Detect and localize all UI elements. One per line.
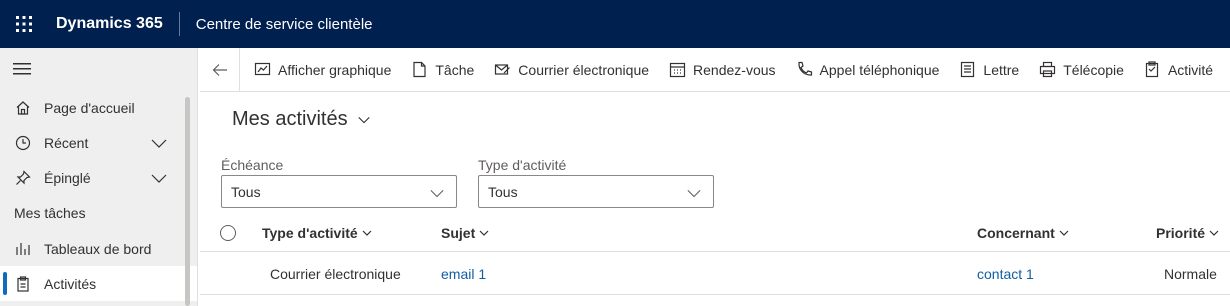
fax-label: Télécopie xyxy=(1063,61,1124,78)
column-header-priority[interactable]: Priorité xyxy=(1156,214,1219,252)
main-content: Mes activités Échéance Tous Type d'activ… xyxy=(200,92,1230,306)
top-bar: Dynamics 365 Centre de service clientèle xyxy=(0,0,1230,48)
column-header-label: Concernant xyxy=(977,225,1055,241)
due-filter-select[interactable]: Tous xyxy=(221,175,457,208)
divider xyxy=(178,12,180,36)
select-all-radio[interactable] xyxy=(220,225,236,241)
letter-button[interactable]: Lettre xyxy=(949,48,1029,91)
cell-regarding-link[interactable]: contact 1 xyxy=(977,253,1034,295)
arrow-left-icon xyxy=(212,63,227,76)
home-icon xyxy=(14,99,32,117)
chevron-down-icon xyxy=(687,190,701,198)
fax-icon xyxy=(1040,61,1056,78)
task-icon xyxy=(413,61,426,78)
activity-icon xyxy=(1145,61,1159,78)
activity-type-filter-select[interactable]: Tous xyxy=(478,175,714,208)
dashboard-icon xyxy=(14,240,32,258)
show-chart-button[interactable]: Afficher graphique xyxy=(244,48,401,91)
appointment-button[interactable]: Rendez-vous xyxy=(659,48,786,91)
sidebar-item-activities[interactable]: Activités xyxy=(0,266,197,301)
activity-type-filter: Type d'activité Tous xyxy=(478,157,714,208)
column-header-label: Sujet xyxy=(441,225,476,241)
appointment-label: Rendez-vous xyxy=(693,61,776,78)
clipboard-icon xyxy=(14,275,32,293)
cell-subject-link[interactable]: email 1 xyxy=(441,253,486,295)
back-button[interactable] xyxy=(200,48,240,91)
due-filter: Échéance Tous xyxy=(221,157,457,208)
app-name[interactable]: Centre de service clientèle xyxy=(196,16,373,33)
activity-label: Activité xyxy=(1167,61,1214,78)
email-button[interactable]: Courrier électronique xyxy=(484,48,659,91)
sidebar-item-label: Page d'accueil xyxy=(44,99,135,116)
email-label: Courrier électronique xyxy=(518,61,650,78)
command-bar: Afficher graphique Tâche Courrier électr… xyxy=(200,48,1230,92)
sidebar-item-dashboards[interactable]: Tableaux de bord xyxy=(0,231,197,266)
task-button[interactable]: Tâche xyxy=(401,48,484,91)
sidebar-item-label: Tableaux de bord xyxy=(44,240,152,257)
grid-header: Type d'activité Sujet Concernant Priorit… xyxy=(200,214,1230,252)
clock-icon xyxy=(14,134,32,152)
due-filter-value: Tous xyxy=(231,183,261,200)
sidebar-item-label: Épinglé xyxy=(44,169,91,186)
activity-button[interactable]: Activité xyxy=(1134,48,1223,91)
pin-icon xyxy=(14,169,32,187)
page-title: Mes activités xyxy=(232,108,348,130)
hamburger-menu-icon[interactable] xyxy=(0,48,197,90)
chevron-down-icon xyxy=(362,230,372,236)
sidebar-scrollbar[interactable] xyxy=(185,97,190,306)
letter-label: Lettre xyxy=(983,61,1020,78)
phone-call-button[interactable]: Appel téléphonique xyxy=(786,48,950,91)
activity-type-filter-label: Type d'activité xyxy=(478,157,567,173)
letter-icon xyxy=(961,61,975,78)
task-label: Tâche xyxy=(435,61,475,78)
column-header-label: Priorité xyxy=(1156,225,1206,241)
column-header-label: Type d'activité xyxy=(262,225,358,241)
table-row[interactable]: Courrier électronique email 1 contact 1 … xyxy=(200,253,1230,295)
sidebar-item-label: Activités xyxy=(44,275,97,292)
chevron-down-icon xyxy=(357,116,370,123)
view-selector[interactable]: Mes activités xyxy=(232,108,371,131)
due-filter-label: Échéance xyxy=(221,157,284,173)
chevron-down-icon xyxy=(1059,230,1069,236)
chevron-down-icon[interactable] xyxy=(151,135,167,151)
chart-icon xyxy=(254,62,271,76)
cell-priority: Normale xyxy=(1164,266,1217,282)
phone-call-label: Appel téléphonique xyxy=(819,61,940,78)
phone-icon xyxy=(797,61,812,76)
fax-button[interactable]: Télécopie xyxy=(1029,48,1134,91)
chevron-down-icon xyxy=(1209,230,1219,236)
activity-type-filter-value: Tous xyxy=(488,183,518,200)
sidebar-item-label: Récent xyxy=(44,134,89,151)
app-launcher-icon[interactable] xyxy=(0,0,48,48)
column-header-regarding[interactable]: Concernant xyxy=(977,214,1069,252)
email-icon xyxy=(495,64,511,75)
column-header-subject[interactable]: Sujet xyxy=(441,214,489,252)
sidebar-item-home[interactable]: Page d'accueil xyxy=(0,90,197,125)
sidebar-item-recent[interactable]: Récent xyxy=(0,125,197,160)
sidebar: Page d'accueil Récent Épinglé Mes tâches… xyxy=(0,48,198,306)
chevron-down-icon xyxy=(479,230,489,236)
column-header-activity-type[interactable]: Type d'activité xyxy=(262,214,372,252)
cell-activity-type: Courrier électronique xyxy=(270,266,401,282)
chevron-down-icon[interactable] xyxy=(151,170,167,186)
product-name[interactable]: Dynamics 365 xyxy=(56,15,163,33)
calendar-icon xyxy=(669,62,686,78)
chevron-down-icon xyxy=(430,190,444,198)
section-title: Mes tâches xyxy=(14,205,86,221)
show-chart-label: Afficher graphique xyxy=(278,61,392,78)
sidebar-item-pinned[interactable]: Épinglé xyxy=(0,160,197,195)
